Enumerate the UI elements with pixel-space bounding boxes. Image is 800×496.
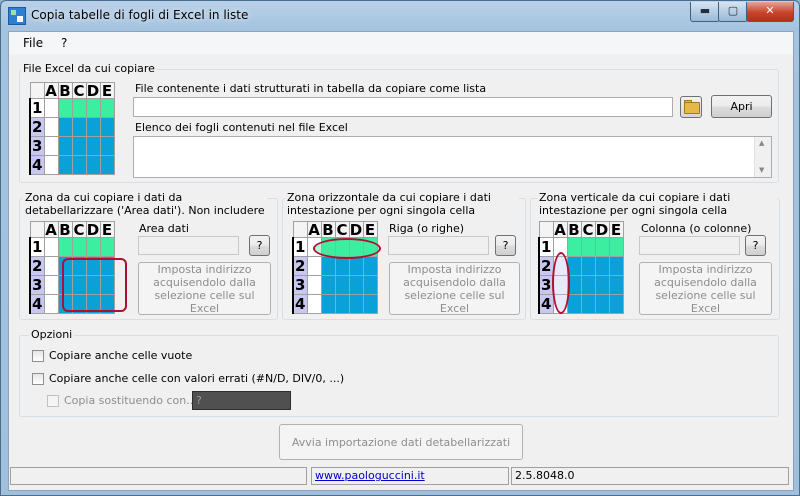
col-header: D — [348, 220, 364, 239]
row-header: 1 — [538, 237, 554, 257]
row-header: 1 — [29, 98, 45, 118]
row-header: 3 — [29, 275, 45, 295]
sheets-list[interactable]: ▲ ▼ — [133, 136, 772, 178]
vertical-area-label: Colonna (o colonne) — [641, 222, 752, 235]
header-row-highlight — [313, 238, 381, 259]
row-header: 4 — [292, 294, 308, 314]
sheets-label: Elenco dei fogli contenuti nel file Exce… — [135, 121, 348, 134]
header-column-highlight — [552, 252, 570, 314]
col-header: B — [320, 220, 336, 239]
data-area-input[interactable] — [138, 236, 239, 255]
row-header: 2 — [29, 117, 45, 137]
vertical-area-input[interactable] — [639, 236, 740, 255]
col-header: B — [57, 81, 73, 100]
col-header: E — [608, 220, 624, 239]
window-title: Copia tabelle di fogli di Excel in liste — [31, 8, 249, 22]
title-bar: Copia tabelle di fogli di Excel in liste… — [1, 1, 799, 31]
row-header: 4 — [29, 294, 45, 314]
data-area-label: Area dati — [139, 222, 189, 235]
status-link-panel: www.paologuccini.it — [311, 467, 509, 485]
col-header: C — [71, 81, 87, 100]
col-header: A — [552, 220, 568, 239]
horizontal-area-label: Riga (o righe) — [389, 222, 465, 235]
copy-replace-checkbox[interactable] — [47, 395, 59, 407]
data-area-title: Zona da cui copiare i dati da detabellar… — [23, 191, 267, 217]
row-header: 2 — [538, 256, 554, 276]
sheet-illustration-horizontal: ABCDE 1 2 3 4 — [292, 221, 378, 314]
file-path-input[interactable] — [133, 97, 673, 117]
client-area: File ? File Excel da cui copiare ABCDE 1… — [8, 31, 794, 491]
row-header: 4 — [538, 294, 554, 314]
col-header: E — [99, 81, 115, 100]
col-header: C — [71, 220, 87, 239]
row-header: 1 — [292, 237, 308, 257]
horizontal-area-set-button[interactable]: Imposta indirizzo acquisendolo dalla sel… — [389, 262, 520, 315]
copy-errors-label[interactable]: Copiare anche celle con valori errati (#… — [49, 372, 344, 385]
excel-table-app-icon — [8, 7, 26, 25]
maximize-button[interactable]: ▢ — [718, 2, 748, 22]
col-header: A — [43, 220, 59, 239]
open-button[interactable]: Apri — [711, 95, 772, 118]
copy-errors-checkbox[interactable] — [32, 373, 44, 385]
horizontal-area-help-button[interactable]: ? — [495, 235, 516, 256]
scroll-up-icon[interactable]: ▲ — [759, 139, 764, 147]
data-area-highlight — [62, 258, 127, 312]
browse-folder-button[interactable] — [680, 96, 702, 118]
col-header: D — [594, 220, 610, 239]
application-window: Copia tabelle di fogli di Excel in liste… — [0, 0, 800, 496]
copy-empty-label[interactable]: Copiare anche celle vuote — [49, 349, 192, 362]
sheets-list-scrollbar[interactable]: ▲ ▼ — [754, 137, 771, 177]
col-header: E — [362, 220, 378, 239]
col-header: E — [99, 220, 115, 239]
col-header: A — [306, 220, 322, 239]
vertical-area-set-button[interactable]: Imposta indirizzo acquisendolo dalla sel… — [639, 262, 772, 315]
website-link[interactable]: www.paologuccini.it — [315, 469, 425, 482]
data-area-help-button[interactable]: ? — [249, 235, 270, 256]
col-header: C — [334, 220, 350, 239]
scroll-down-icon[interactable]: ▼ — [759, 166, 764, 174]
close-button[interactable]: ✕ — [746, 2, 794, 22]
menu-file[interactable]: File — [23, 36, 43, 50]
row-header: 3 — [292, 275, 308, 295]
vertical-area-title: Zona verticale da cui copiare i dati int… — [537, 191, 777, 217]
col-header: D — [85, 81, 101, 100]
col-header: A — [43, 81, 59, 100]
replace-value-input[interactable]: ? — [192, 391, 291, 410]
sheet-illustration-vertical: ABCDE 1 2 3 4 — [538, 221, 624, 314]
row-header: 3 — [538, 275, 554, 295]
status-left — [10, 467, 307, 485]
col-header: B — [57, 220, 73, 239]
start-import-button[interactable]: Avvia importazione dati detabellarizzati — [279, 424, 523, 460]
row-header: 2 — [292, 256, 308, 276]
horizontal-area-input[interactable] — [388, 236, 489, 255]
col-header: C — [580, 220, 596, 239]
file-group-title: File Excel da cui copiare — [21, 62, 157, 75]
row-header: 3 — [29, 136, 45, 156]
options-title: Opzioni — [29, 328, 75, 341]
row-header: 4 — [29, 155, 45, 175]
file-label: File contenente i dati strutturati in ta… — [135, 82, 487, 95]
row-header: 1 — [29, 237, 45, 257]
sheet-illustration-main: ABCDE 1 2 3 4 — [29, 82, 115, 175]
menu-help[interactable]: ? — [61, 36, 67, 50]
data-area-set-button[interactable]: Imposta indirizzo acquisendolo dalla sel… — [138, 262, 271, 315]
vertical-area-help-button[interactable]: ? — [745, 235, 766, 256]
copy-replace-label[interactable]: Copia sostituendo con... — [64, 394, 197, 407]
copy-empty-checkbox[interactable] — [32, 350, 44, 362]
minimize-button[interactable]: ▬ — [690, 2, 720, 22]
menu-bar: File ? — [9, 32, 793, 54]
horizontal-area-title: Zona orizzontale da cui copiare i dati i… — [285, 191, 519, 217]
col-header: D — [85, 220, 101, 239]
col-header: B — [566, 220, 582, 239]
row-header: 2 — [29, 256, 45, 276]
status-version: 2.5.8048.0 — [511, 467, 789, 485]
